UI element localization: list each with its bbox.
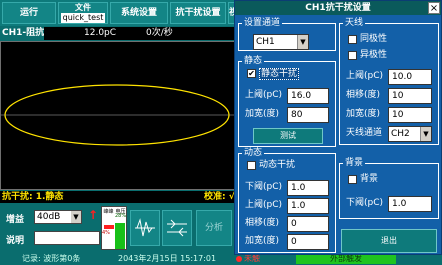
waveform-display[interactable] bbox=[0, 41, 236, 190]
dynamic-phase-input[interactable]: 0 bbox=[287, 216, 329, 232]
file-name-field[interactable]: quick_test bbox=[61, 13, 105, 23]
background-group-title: 背景 bbox=[343, 158, 366, 168]
static-group: 静态 ✔ 静态干扰 上阈(pC) 16.0 加宽(度) 80 测试 bbox=[238, 56, 336, 147]
anti-interference-settings-button[interactable]: 抗干扰设置 bbox=[170, 2, 226, 24]
dynamic-lower-label: 下阈(pC) bbox=[245, 182, 283, 192]
antenna-channel-value: CH2 bbox=[391, 129, 410, 139]
same-polarity-checkbox[interactable] bbox=[348, 35, 357, 44]
meter-left-label: 峰峰 bbox=[103, 209, 114, 215]
close-icon[interactable]: × bbox=[428, 2, 440, 14]
background-checkbox[interactable] bbox=[348, 175, 357, 184]
dialog-title: CH1抗干扰设置 bbox=[235, 1, 441, 15]
anti-interference-dialog: CH1抗干扰设置 × 设置通道 CH1 ▼ 静态 ✔ 静态干扰 上阈(pC) 1… bbox=[234, 0, 442, 255]
antenna-phase-input[interactable]: 10 bbox=[388, 88, 432, 104]
waveform-mode-button[interactable] bbox=[130, 210, 160, 246]
gain-select[interactable]: 40dB ▼ bbox=[34, 210, 82, 224]
status-line: 抗干扰: 1.静态 校准: √ bbox=[0, 191, 236, 203]
charge-readout: 12.0pC bbox=[84, 28, 117, 38]
file-selector[interactable]: 文件 quick_test bbox=[58, 2, 108, 24]
gain-label: 增益 bbox=[6, 215, 25, 225]
meter-left-percent: 4% bbox=[102, 230, 110, 236]
meter-right-bar bbox=[115, 223, 125, 249]
dynamic-interference-label[interactable]: 动态干扰 bbox=[259, 160, 295, 170]
antenna-channel-select[interactable]: CH2 ▼ bbox=[388, 126, 432, 142]
level-meters: 峰峰 电压 4% 28% bbox=[101, 206, 127, 250]
calibration-status: 校准: √ bbox=[204, 192, 235, 202]
readout-panel: 12.0pC 0次/秒 bbox=[44, 27, 234, 40]
anti-interference-status: 抗干扰: 1.静态 bbox=[2, 192, 64, 202]
channel-group: 设置通道 CH1 ▼ bbox=[238, 18, 336, 51]
antenna-group: 天线 同极性 异极性 上阈(pC) 10.0 相移(度) 10 加宽(度) 10… bbox=[339, 18, 439, 145]
channel-name: CH1-阻抗 bbox=[2, 28, 45, 38]
note-input[interactable] bbox=[34, 231, 100, 245]
file-label: 文件 bbox=[75, 3, 91, 12]
opposite-polarity-label[interactable]: 异极性 bbox=[360, 50, 387, 60]
dynamic-group-title: 动态 bbox=[242, 148, 265, 158]
dynamic-width-label: 加宽(度) bbox=[245, 236, 280, 246]
meter-right-percent: 28% bbox=[115, 213, 127, 219]
static-width-input[interactable]: 80 bbox=[287, 107, 329, 123]
channel-readout-bar: CH1-阻抗 12.0pC 0次/秒 bbox=[0, 27, 240, 40]
trigger-indicator-icon bbox=[236, 256, 242, 262]
meter-left-bar bbox=[104, 225, 114, 229]
antenna-width-input[interactable]: 10 bbox=[388, 107, 432, 123]
static-width-label: 加宽(度) bbox=[245, 109, 280, 119]
static-upper-label: 上阈(pC) bbox=[245, 90, 283, 100]
external-trigger-badge: 外部触发 bbox=[296, 254, 396, 264]
channel-group-title: 设置通道 bbox=[242, 18, 283, 28]
filter-mode-button[interactable] bbox=[162, 210, 192, 246]
dynamic-phase-label: 相移(度) bbox=[245, 218, 280, 228]
gain-up-arrow-icon[interactable]: ↑ bbox=[88, 208, 98, 222]
opposite-polarity-checkbox[interactable] bbox=[348, 51, 357, 60]
antenna-channel-label: 天线通道 bbox=[346, 128, 383, 138]
static-interference-checkbox[interactable]: ✔ bbox=[247, 69, 256, 78]
dynamic-width-input[interactable]: 0 bbox=[287, 234, 329, 250]
datetime: 2043年2月15日 15:17:01 bbox=[118, 254, 217, 263]
antenna-group-title: 天线 bbox=[343, 18, 366, 28]
analyze-button[interactable]: 分析 bbox=[196, 210, 232, 246]
waveform-icon bbox=[135, 218, 155, 237]
antenna-upper-input[interactable]: 10.0 bbox=[388, 69, 432, 85]
same-polarity-label[interactable]: 同极性 bbox=[360, 34, 387, 44]
static-interference-label[interactable]: 静态干扰 bbox=[259, 68, 300, 80]
static-group-title: 静态 bbox=[242, 56, 265, 66]
note-label: 说明 bbox=[6, 236, 25, 246]
background-label[interactable]: 背景 bbox=[360, 174, 378, 184]
background-lower-input[interactable]: 1.0 bbox=[388, 196, 432, 212]
static-upper-input[interactable]: 16.0 bbox=[287, 88, 329, 104]
test-button[interactable]: 测试 bbox=[253, 128, 323, 144]
dynamic-upper-input[interactable]: 1.0 bbox=[287, 198, 329, 214]
dynamic-group: 动态 动态干扰 下阈(pC) 1.0 上阈(pC) 1.0 相移(度) 0 加宽… bbox=[238, 148, 336, 253]
chevron-down-icon[interactable]: ▼ bbox=[71, 211, 81, 223]
record-info: 记录: 波形第0条 bbox=[22, 254, 81, 263]
dynamic-interference-checkbox[interactable] bbox=[247, 161, 256, 170]
antenna-upper-label: 上阈(pC) bbox=[346, 71, 384, 81]
chevron-down-icon[interactable]: ▼ bbox=[420, 127, 431, 141]
background-lower-label: 下阈(pC) bbox=[346, 198, 384, 208]
gain-value: 40dB bbox=[37, 212, 61, 222]
dynamic-upper-label: 上阈(pC) bbox=[245, 200, 283, 210]
run-button[interactable]: 运行 bbox=[2, 2, 56, 24]
bottom-controls: 增益 40dB ▼ ↑ 说明 峰峰 电压 4% 28% 分析 bbox=[0, 204, 236, 252]
antenna-width-label: 加宽(度) bbox=[346, 109, 381, 119]
system-settings-button[interactable]: 系统设置 bbox=[110, 2, 168, 24]
channel-select[interactable]: CH1 ▼ bbox=[253, 34, 309, 50]
antenna-phase-label: 相移(度) bbox=[346, 90, 381, 100]
chevron-down-icon[interactable]: ▼ bbox=[297, 35, 308, 49]
rate-readout: 0次/秒 bbox=[146, 28, 173, 38]
background-group: 背景 背景 下阈(pC) 1.0 bbox=[339, 158, 439, 219]
waveform-plot bbox=[1, 84, 235, 146]
filter-arrows-icon bbox=[167, 219, 187, 237]
exit-button[interactable]: 退出 bbox=[341, 229, 437, 253]
channel-select-value: CH1 bbox=[256, 37, 275, 47]
dynamic-lower-input[interactable]: 1.0 bbox=[287, 180, 329, 196]
